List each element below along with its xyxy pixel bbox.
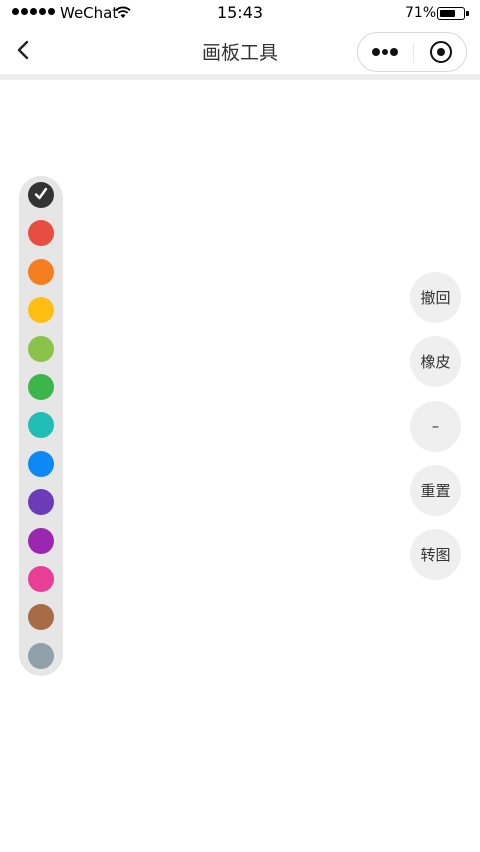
color-swatch[interactable] [28,374,54,400]
color-swatch[interactable] [28,258,54,285]
color-swatch[interactable] [28,450,54,477]
color-swatch[interactable] [28,297,54,324]
color-swatch[interactable] [28,642,54,669]
battery-percent: 71% [405,5,437,21]
navigation-bar: 画板工具 [0,26,480,74]
reset-button[interactable]: 重置 [410,464,461,516]
stroke-width-button[interactable]: – [410,400,461,452]
color-palette [19,176,63,676]
color-swatch[interactable] [28,604,54,631]
target-dot [437,48,445,56]
convert-to-image-button[interactable]: 转图 [410,529,461,581]
more-button[interactable] [358,33,413,71]
color-swatch[interactable] [28,566,54,592]
color-swatch[interactable] [28,412,54,439]
color-swatch[interactable] [28,527,54,554]
status-bar: WeChat 15:43 71% [0,0,480,26]
color-swatch[interactable] [28,182,54,208]
mini-program-capsule [357,32,467,72]
battery-icon [437,7,469,20]
more-dots-icon [372,48,380,56]
color-swatch[interactable] [28,489,54,516]
undo-button[interactable]: 撤回 [410,272,461,323]
color-swatch[interactable] [28,220,54,247]
eraser-button[interactable]: 橡皮 [410,336,461,388]
more-dot [382,49,388,55]
checkmark-icon [34,187,48,200]
close-mini-program-button[interactable] [414,33,468,71]
color-swatch[interactable] [28,335,54,362]
more-dot [390,48,398,56]
drawing-canvas[interactable] [0,80,480,852]
